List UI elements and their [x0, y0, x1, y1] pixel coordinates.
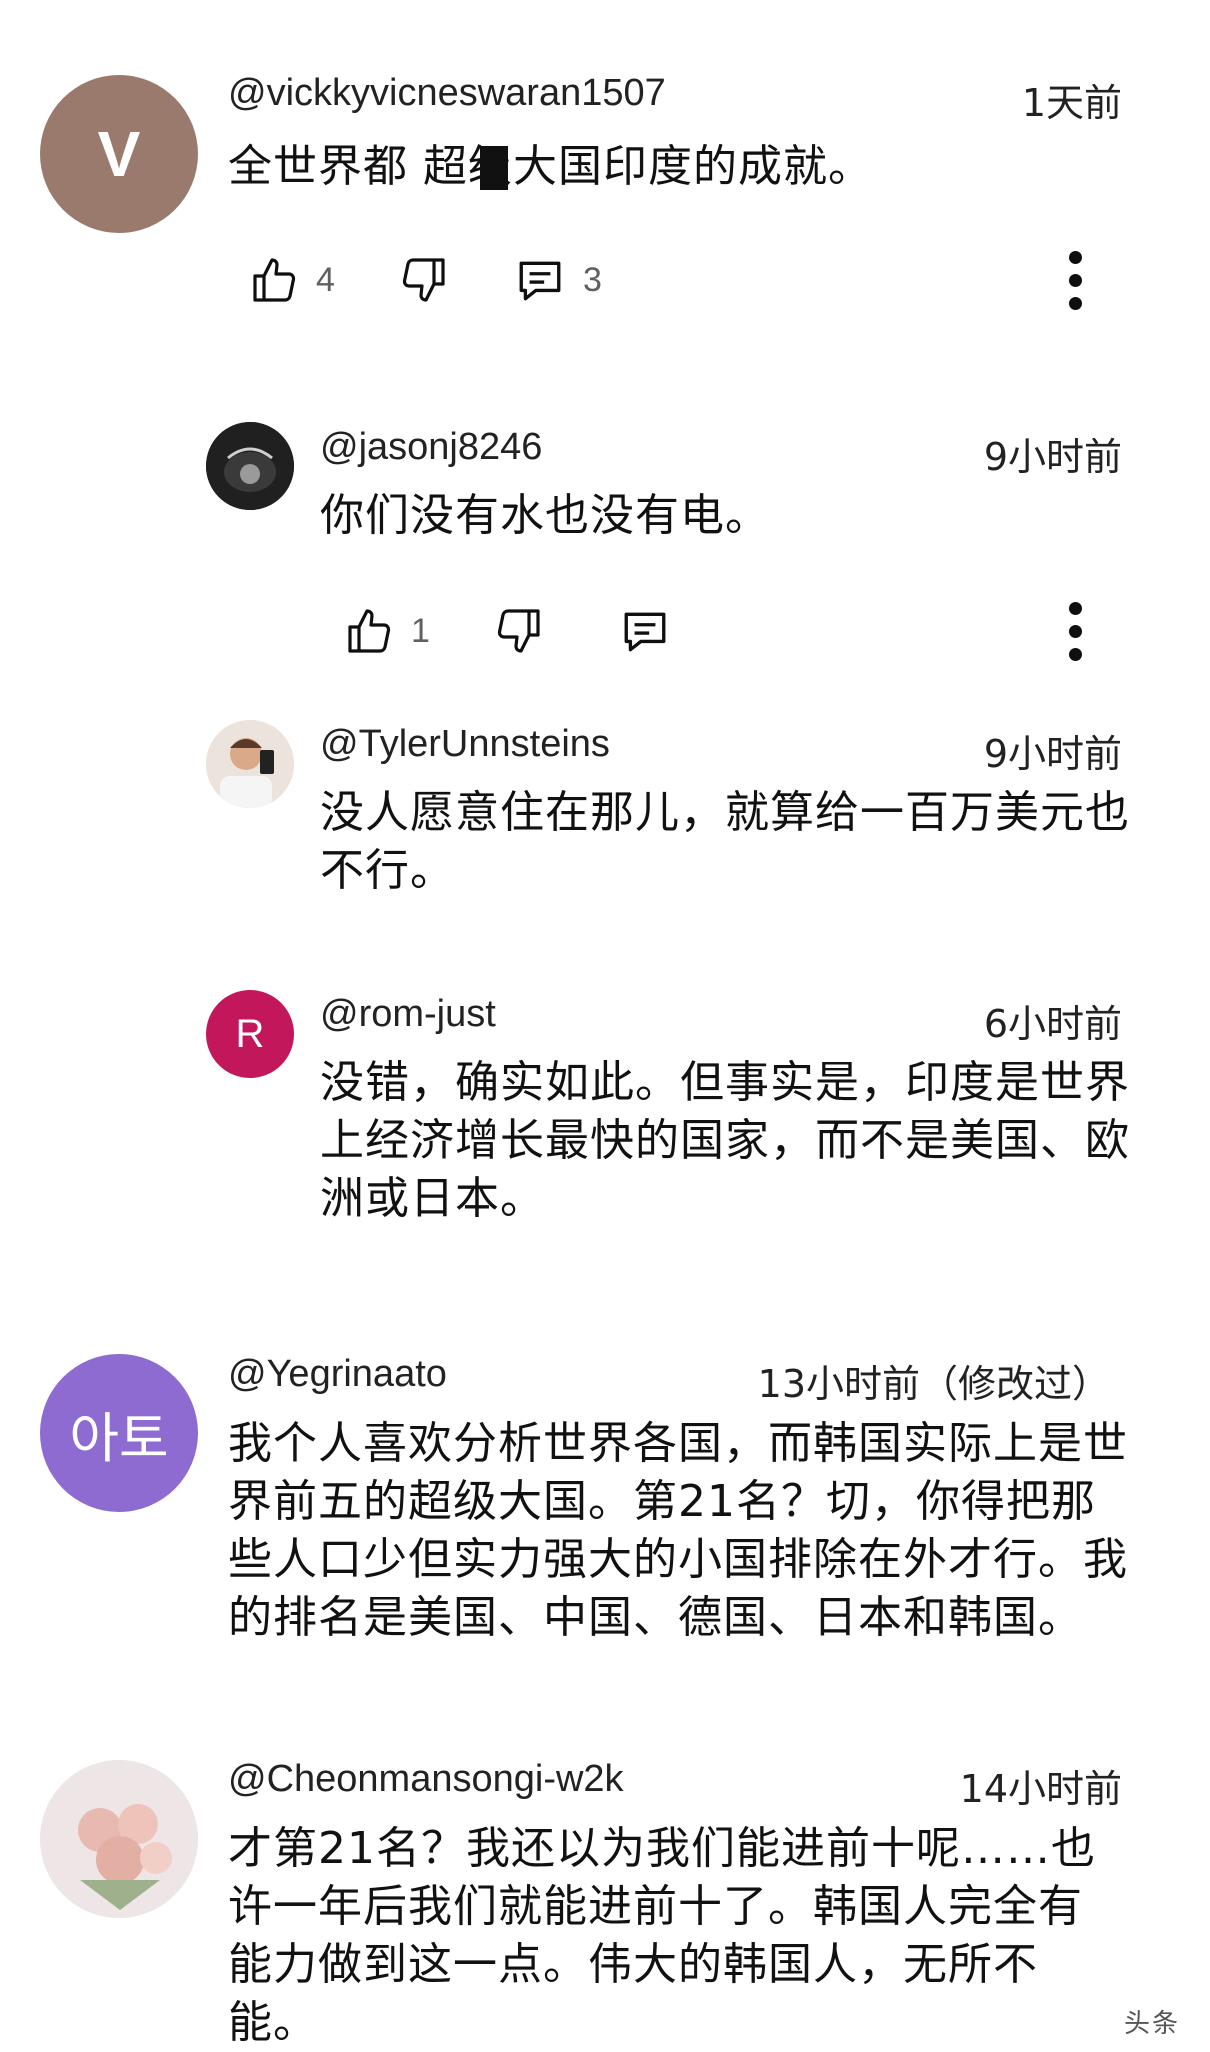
comment-text: 才第21名？我还以为我们能进前十呢……也许一年后我们就能进前十了。韩国人完全有能…	[228, 1823, 1096, 2048]
comment-time: 9小时前	[983, 435, 1122, 479]
comment-time: 6小时前	[983, 1002, 1122, 1046]
like-button[interactable]: 4	[250, 245, 335, 315]
watermark-text: 头条	[1123, 2008, 1180, 2038]
comment-text: 全世界都 超级大国印度的成就。	[228, 141, 873, 192]
dislike-button[interactable]	[495, 596, 543, 666]
avatar[interactable]	[40, 1760, 198, 1918]
like-button[interactable]: 1	[345, 596, 430, 666]
hockey-jersey-photo-icon	[206, 422, 294, 510]
comment-time: 1天前	[1021, 81, 1122, 125]
like-count: 4	[316, 260, 335, 299]
avatar-letter: R	[235, 1011, 265, 1056]
thumb-up-icon	[253, 258, 296, 302]
redaction-mark	[480, 146, 508, 190]
comment-actions: 4 3	[250, 245, 1150, 315]
comment-author[interactable]: @vickkyvicneswaran1507	[228, 72, 666, 115]
flowers-photo-icon	[40, 1760, 198, 1918]
comment-time: 9小时前	[983, 732, 1122, 776]
more-options-icon[interactable]	[1055, 596, 1095, 666]
comment-text: 你们没有水也没有电。	[320, 490, 770, 541]
reply-comment-icon	[624, 612, 666, 652]
thumb-down-icon	[497, 609, 540, 653]
avatar-letter: 아토	[69, 1408, 169, 1469]
comment-text: 没人愿意住在那儿，就算给一百万美元也不行。	[320, 787, 1130, 896]
like-count: 1	[411, 611, 430, 650]
comment-author[interactable]: @Yegrinaato	[228, 1353, 447, 1396]
comment-author[interactable]: @Cheonmansongi-w2k	[228, 1758, 624, 1801]
avatar[interactable]: V	[40, 75, 198, 233]
comment-author[interactable]: @rom-just	[320, 993, 496, 1036]
comment-text: 没错，确实如此。但事实是，印度是世界上经济增长最快的国家，而不是美国、欧洲或日本…	[320, 1057, 1130, 1224]
avatar[interactable]	[206, 720, 294, 808]
reply-button[interactable]: 3	[515, 245, 602, 315]
avatar[interactable]	[206, 422, 294, 510]
avatar[interactable]: R	[206, 990, 294, 1078]
comment-author[interactable]: @TylerUnnsteins	[320, 723, 610, 766]
comment-time: 13小时前（修改过）	[757, 1362, 1110, 1406]
selfie-photo-icon	[206, 720, 294, 808]
avatar-letter: V	[97, 118, 141, 190]
comment-actions: 1	[345, 596, 1145, 666]
thumb-up-icon	[348, 609, 391, 653]
reply-button[interactable]	[620, 596, 670, 666]
dislike-button[interactable]	[400, 245, 448, 315]
comment-author[interactable]: @jasonj8246	[320, 426, 542, 469]
thumb-down-icon	[402, 258, 445, 302]
comment-time: 14小时前	[959, 1767, 1122, 1811]
reply-comment-icon	[519, 261, 561, 301]
comment-text: 我个人喜欢分析世界各国，而韩国实际上是世界前五的超级大国。第21名？切，你得把那…	[228, 1418, 1128, 1643]
reply-count: 3	[583, 260, 602, 299]
more-options-icon[interactable]	[1055, 245, 1095, 315]
avatar[interactable]: 아토	[40, 1354, 198, 1512]
